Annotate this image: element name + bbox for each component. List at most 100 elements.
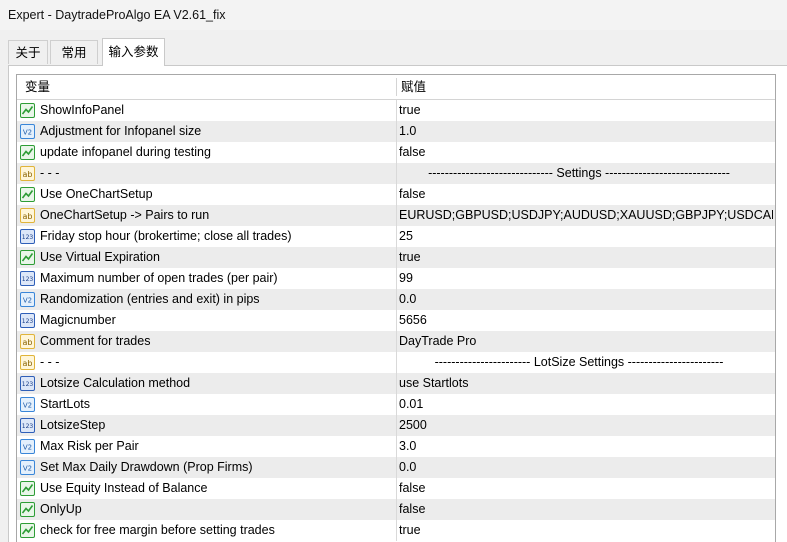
table-row[interactable]: ab Comment for trades DayTrade Pro: [17, 331, 775, 352]
table-row[interactable]: Use OneChartSetup false: [17, 184, 775, 205]
parameter-name: Use Equity Instead of Balance: [40, 481, 208, 495]
tab-inputs[interactable]: 输入参数: [102, 38, 165, 66]
column-header-variable[interactable]: 变量: [25, 75, 50, 99]
parameter-name: Max Risk per Pair: [40, 439, 139, 453]
table-row[interactable]: ShowInfoPanel true: [17, 100, 775, 121]
bool-icon: [20, 502, 35, 517]
column-separator: [396, 373, 397, 394]
svg-text:V2: V2: [23, 402, 32, 410]
parameter-value[interactable]: true: [399, 247, 773, 268]
parameter-value[interactable]: 5656: [399, 310, 773, 331]
table-row[interactable]: ab - - - ----------------------- LotSize S…: [17, 352, 775, 373]
tab-label: 常用: [61, 46, 87, 60]
parameter-value[interactable]: 0.0: [399, 457, 773, 478]
parameter-value[interactable]: 2500: [399, 415, 773, 436]
table-row[interactable]: 123 Friday stop hour (brokertime; close a…: [17, 226, 775, 247]
column-separator: [396, 310, 397, 331]
parameter-name: Set Max Daily Drawdown (Prop Firms): [40, 460, 253, 474]
parameter-name: OnlyUp: [40, 502, 82, 516]
parameter-value[interactable]: false: [399, 142, 773, 163]
column-separator: [396, 499, 397, 520]
parameter-name: Comment for trades: [40, 334, 151, 348]
column-header-value[interactable]: 赋值: [401, 75, 426, 99]
table-row[interactable]: check for free margin before setting tra…: [17, 520, 775, 541]
bool-icon: [20, 145, 35, 160]
parameter-name: Use Virtual Expiration: [40, 250, 160, 264]
table-row[interactable]: Use Equity Instead of Balance false: [17, 478, 775, 499]
parameter-value[interactable]: 0.0: [399, 289, 773, 310]
parameter-name: - - -: [40, 166, 60, 180]
table-row[interactable]: ab - - - ------------------------------ Se…: [17, 163, 775, 184]
column-separator: [396, 121, 397, 142]
parameter-value[interactable]: true: [399, 520, 773, 541]
string-icon: ab: [20, 355, 35, 370]
column-separator: [396, 520, 397, 541]
parameter-value[interactable]: 1.0: [399, 121, 773, 142]
parameter-value[interactable]: false: [399, 478, 773, 499]
int-icon: 123: [20, 229, 35, 244]
svg-text:123: 123: [22, 234, 34, 241]
svg-text:123: 123: [22, 423, 34, 430]
string-icon: ab: [20, 334, 35, 349]
table-row[interactable]: 123 LotsizeStep 2500: [17, 415, 775, 436]
parameter-value[interactable]: ------------------------------ Settings …: [399, 163, 759, 184]
bool-icon: [20, 481, 35, 496]
table-row[interactable]: V2 Set Max Daily Drawdown (Prop Firms) 0.0: [17, 457, 775, 478]
double-icon: V2: [20, 439, 35, 454]
string-icon: ab: [20, 166, 35, 181]
bool-icon: [20, 187, 35, 202]
svg-text:ab: ab: [23, 338, 33, 347]
parameter-value[interactable]: false: [399, 499, 773, 520]
parameter-name: ShowInfoPanel: [40, 103, 125, 117]
table-row[interactable]: V2 Max Risk per Pair 3.0: [17, 436, 775, 457]
window-titlebar: Expert - DaytradeProAlgo EA V2.61_fix: [0, 0, 787, 30]
table-row[interactable]: OnlyUp false: [17, 499, 775, 520]
table-header: 变量 赋值: [17, 75, 775, 100]
parameter-value[interactable]: EURUSD;GBPUSD;USDJPY;AUDUSD;XAUUSD;GBPJP…: [399, 205, 773, 226]
parameter-name: StartLots: [40, 397, 91, 411]
svg-text:ab: ab: [23, 170, 33, 179]
table-row[interactable]: V2 StartLots 0.01: [17, 394, 775, 415]
table-row[interactable]: 123 Lotsize Calculation method use Startlo…: [17, 373, 775, 394]
parameter-name: LotsizeStep: [40, 418, 106, 432]
column-divider[interactable]: [396, 78, 397, 96]
tab-about[interactable]: 关于: [8, 40, 48, 64]
table-row[interactable]: ab OneChartSetup -> Pairs to run EURUSD;GB…: [17, 205, 775, 226]
column-separator: [396, 289, 397, 310]
double-icon: V2: [20, 460, 35, 475]
parameter-value[interactable]: use Startlots: [399, 373, 773, 394]
double-icon: V2: [20, 124, 35, 139]
column-separator: [396, 352, 397, 373]
svg-text:V2: V2: [23, 444, 32, 452]
svg-text:ab: ab: [23, 359, 33, 368]
parameter-value[interactable]: 3.0: [399, 436, 773, 457]
table-row[interactable]: V2 Randomization (entries and exit) in pi…: [17, 289, 775, 310]
tab-label: 输入参数: [108, 45, 159, 59]
parameter-value[interactable]: 99: [399, 268, 773, 289]
table-row[interactable]: update infopanel during testing false: [17, 142, 775, 163]
parameter-value[interactable]: 0.01: [399, 394, 773, 415]
parameter-value[interactable]: ----------------------- LotSize Settings…: [399, 352, 759, 373]
tab-common[interactable]: 常用: [50, 40, 98, 64]
table-row[interactable]: 123 Maximum number of open trades (per pa…: [17, 268, 775, 289]
parameter-name: Use OneChartSetup: [40, 187, 153, 201]
column-separator: [396, 247, 397, 268]
parameter-name: Lotsize Calculation method: [40, 376, 191, 390]
parameter-value[interactable]: false: [399, 184, 773, 205]
table-body: ShowInfoPanel true V2 Adjustment for Infopa…: [17, 100, 775, 541]
table-row[interactable]: Use Virtual Expiration true: [17, 247, 775, 268]
parameter-value[interactable]: 25: [399, 226, 773, 247]
parameter-value[interactable]: DayTrade Pro: [399, 331, 773, 352]
string-icon: ab: [20, 208, 35, 223]
bool-icon: [20, 250, 35, 265]
parameter-value[interactable]: true: [399, 100, 773, 121]
table-row[interactable]: V2 Adjustment for Infopanel size 1.0: [17, 121, 775, 142]
column-separator: [396, 184, 397, 205]
bool-icon: [20, 523, 35, 538]
int-icon: 123: [20, 418, 35, 433]
svg-text:123: 123: [22, 381, 34, 388]
double-icon: V2: [20, 397, 35, 412]
table-row[interactable]: 123 Magicnumber 5656: [17, 310, 775, 331]
window-title: Expert - DaytradeProAlgo EA V2.61_fix: [8, 8, 226, 22]
parameter-name: Friday stop hour (brokertime; close all …: [40, 229, 292, 243]
